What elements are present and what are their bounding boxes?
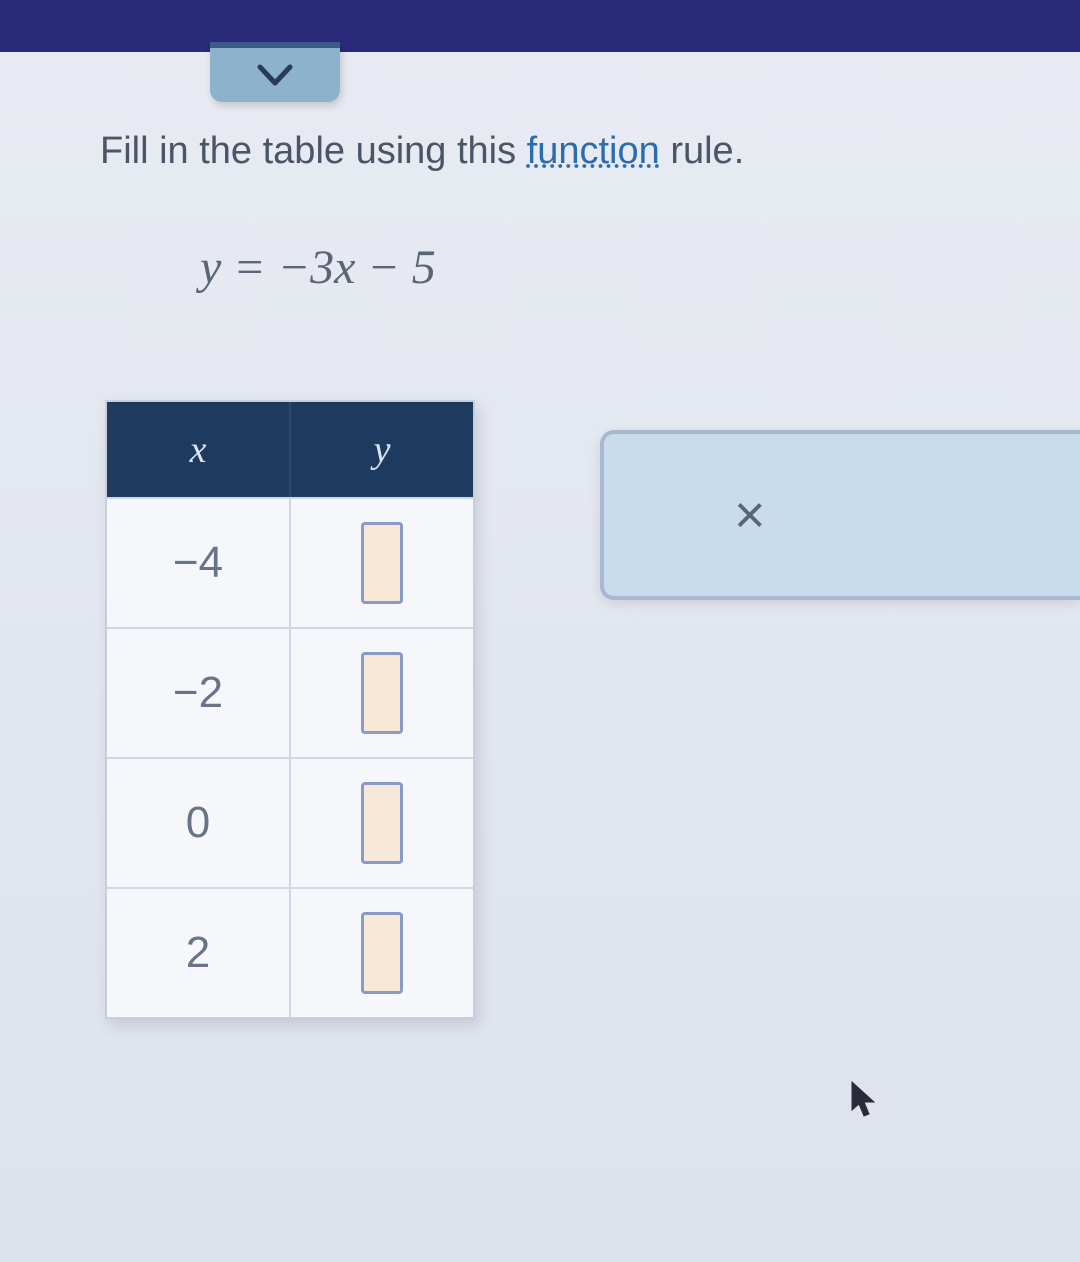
y-input[interactable] (361, 522, 403, 604)
x-value: −4 (107, 499, 291, 627)
chevron-down-icon (255, 61, 295, 89)
equation: y = −3x − 5 (200, 240, 436, 295)
multiply-symbol[interactable]: × (734, 484, 766, 546)
dropdown-tab[interactable] (210, 42, 340, 102)
table-row: 2 (107, 887, 473, 1017)
header-y: y (291, 402, 473, 497)
cursor-icon (850, 1080, 878, 1118)
x-value: 0 (107, 759, 291, 887)
function-table: x y −4 −2 0 2 (105, 400, 475, 1019)
y-input[interactable] (361, 652, 403, 734)
table-row: 0 (107, 757, 473, 887)
function-link[interactable]: function (527, 130, 660, 172)
header-x: x (107, 402, 291, 497)
table-row: −4 (107, 497, 473, 627)
instruction-prefix: Fill in the table using this (100, 130, 527, 172)
instruction-suffix: rule. (660, 130, 744, 172)
tool-panel: × (600, 430, 1080, 600)
x-value: −2 (107, 629, 291, 757)
y-input[interactable] (361, 782, 403, 864)
top-bar (0, 0, 1080, 52)
table-header: x y (107, 402, 473, 497)
table-row: −2 (107, 627, 473, 757)
y-input[interactable] (361, 912, 403, 994)
instruction-text: Fill in the table using this function ru… (100, 130, 744, 173)
x-value: 2 (107, 889, 291, 1017)
